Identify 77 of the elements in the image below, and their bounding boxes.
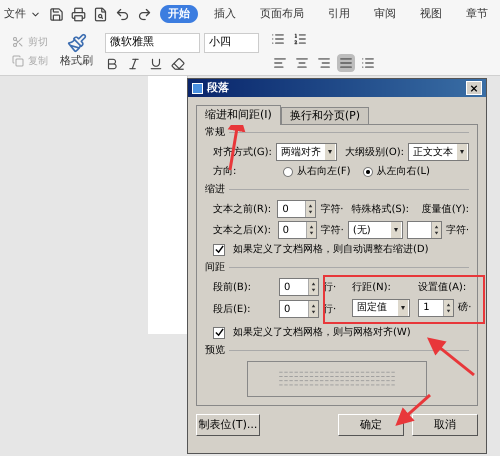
undo-icon[interactable] [115,6,130,22]
spin-arrows-icon[interactable] [430,222,441,238]
numbered-list-icon[interactable] [293,32,307,46]
field-label: 大纲级别(O): [344,146,404,160]
indent-before-field[interactable]: 0 [277,200,316,218]
printer-icon[interactable] [71,6,86,22]
copy-icon [12,55,24,67]
print-preview-icon[interactable] [93,6,108,22]
app-icon [192,82,203,94]
checkbox[interactable] [213,326,225,338]
paintbrush-icon [66,33,86,54]
checkbox-label: 如果定义了文档网格，则与网格对齐(W) [233,326,411,340]
spin-arrows-icon[interactable] [308,279,318,295]
ribbon-tab[interactable]: 开始 [160,4,198,24]
line-spacing-select[interactable]: 固定值 [352,298,410,316]
bullet-list-icon[interactable] [271,32,285,46]
alignment-select[interactable]: 两端对齐 [276,143,337,161]
measure-field[interactable] [406,221,442,239]
font-size-field[interactable]: 小四 [204,32,259,52]
annotation-arrow [426,337,475,376]
section-heading: 常规 [205,126,225,140]
field-label: 行距(N): [352,280,392,294]
ribbon-tab[interactable]: 引用 [320,4,358,24]
underline-icon[interactable] [149,56,163,70]
section-heading: 预览 [205,344,225,358]
section-heading: 缩进 [205,182,225,197]
ribbon-tab[interactable]: 页面布局 [252,4,312,24]
field-label: 文本之后(X): [213,224,272,238]
dialog-tab[interactable]: 换行和分页(P) [280,107,370,125]
dialog-tab[interactable]: 缩进和间距(I) [196,105,281,125]
ribbon-tab[interactable]: 视图 [412,4,450,24]
close-button[interactable]: × [466,81,482,95]
spin-arrows-icon[interactable] [306,222,316,238]
redo-icon[interactable] [137,6,152,22]
space-before-field[interactable]: 0 [279,278,319,296]
field-label: 设置值(A): [418,280,468,294]
radio-label: 从右向左(F) [297,164,351,179]
ribbon-tab[interactable]: 审阅 [366,4,404,24]
unit-label: 字符· [446,224,469,238]
radio-label: 从左向右(L) [376,164,430,179]
spin-arrows-icon[interactable] [443,300,454,316]
window-title: 段落 [207,80,230,96]
field-label: 度量值(Y): [422,202,469,216]
scissors-icon [12,36,24,48]
save-icon[interactable] [49,6,64,22]
radio-button[interactable] [283,166,293,176]
spin-arrows-icon[interactable] [305,201,316,217]
field-label: 段前(B): [213,280,252,294]
section-heading: 间距 [205,261,225,275]
dialog-button[interactable]: 确定 [338,414,404,436]
radio-button[interactable] [362,166,373,176]
ribbon-tab[interactable]: 章节 [458,4,496,24]
eraser-icon[interactable] [171,56,185,70]
indent-after-field[interactable]: 0 [278,221,317,239]
field-label: 特殊格式(S): [351,202,410,216]
format-painter-button[interactable]: 格式刷 [60,33,93,70]
special-format-select[interactable]: (无) [348,221,403,239]
unit-label: 磅· [458,300,472,315]
spacing-value-field[interactable]: 1 [418,298,454,316]
annotation-arrow [395,394,431,426]
italic-icon[interactable] [127,56,141,70]
file-menu[interactable]: 文件 [4,6,41,22]
field-label: 文本之前(R): [213,202,272,216]
field-label: 段后(E): [213,302,252,316]
align-button[interactable] [337,54,355,72]
ribbon-tab[interactable]: 插入 [206,4,244,24]
space-after-field[interactable]: 0 [279,300,319,318]
font-field[interactable]: 微软雅黑 [105,32,200,52]
checkbox-label: 如果定义了文档网格，则自动调整右缩进(D) [233,242,429,257]
unit-label: 字符· [320,224,344,238]
checkbox[interactable] [213,244,225,256]
dialog-button[interactable]: 制表位(T)... [196,414,260,436]
unit-label: 字符· [320,202,344,216]
dialog-button[interactable]: 取消 [412,414,478,436]
bold-icon[interactable] [105,56,119,70]
outline-level-select[interactable]: 正文文本 [408,143,469,161]
spin-arrows-icon[interactable] [308,301,318,317]
